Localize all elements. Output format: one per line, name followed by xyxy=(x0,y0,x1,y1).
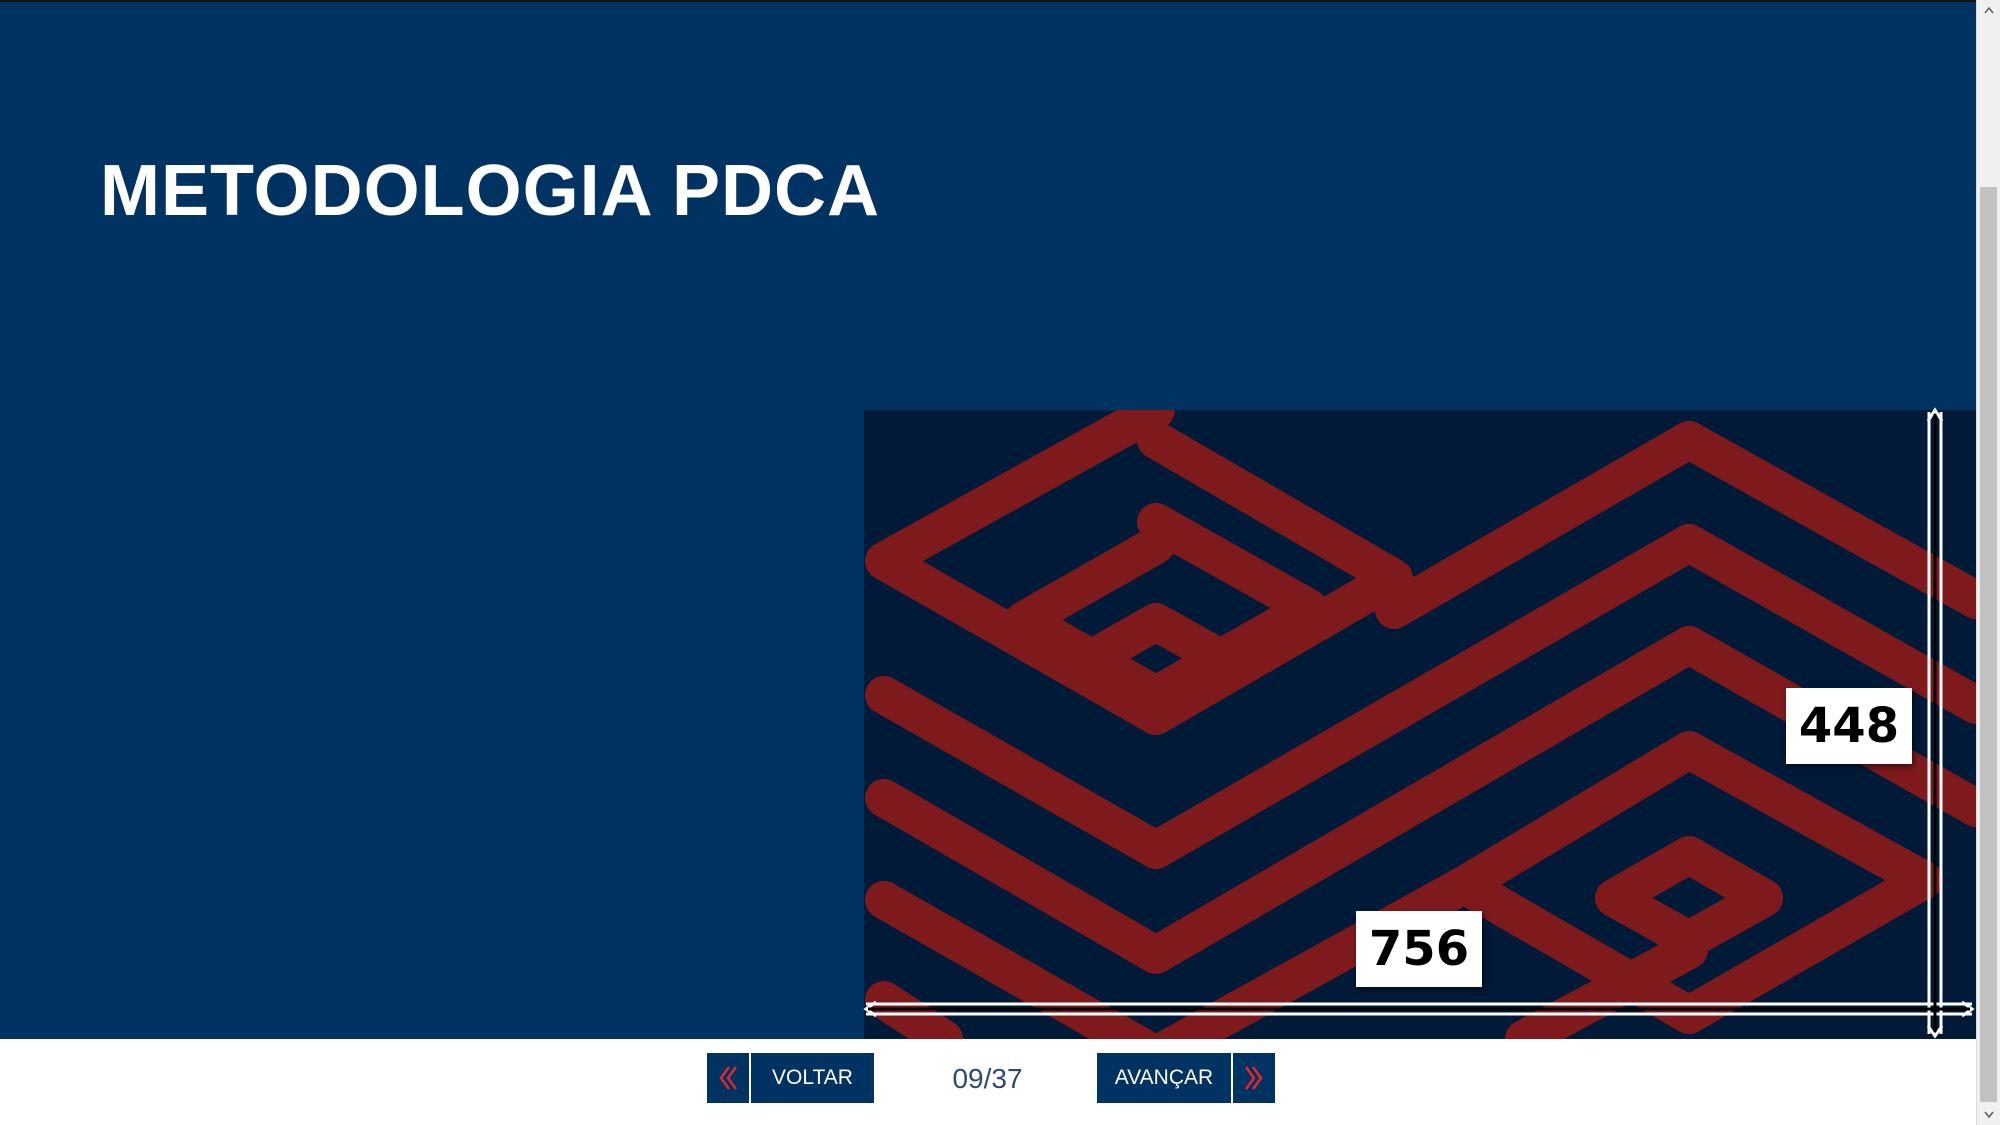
navigation-footer: VOLTAR 09/37 AVANÇAR xyxy=(0,1039,1976,1125)
next-button[interactable]: AVANÇAR xyxy=(1097,1053,1275,1103)
width-dimension-label: 756 xyxy=(1356,911,1482,987)
slide-title: METODOLOGIA PDCA xyxy=(100,151,881,231)
height-dimension-label: 448 xyxy=(1786,688,1912,764)
viewport: METODOLOGIA PDCA 448 756 VOLTAR 09/37 AV… xyxy=(0,0,1976,1125)
prev-button-label: VOLTAR xyxy=(772,1066,853,1089)
scrollbar-thumb[interactable] xyxy=(1980,187,1997,1102)
page-counter: 09/37 xyxy=(952,1063,1023,1094)
double-chevron-right-icon xyxy=(1231,1053,1275,1103)
prev-button[interactable]: VOLTAR xyxy=(707,1053,874,1103)
double-chevron-left-icon xyxy=(707,1053,751,1103)
slide: METODOLOGIA PDCA 448 756 xyxy=(0,2,1976,1039)
vertical-scrollbar[interactable] xyxy=(1976,0,2000,1125)
next-button-label: AVANÇAR xyxy=(1114,1066,1214,1089)
scroll-up-arrow-icon[interactable] xyxy=(1977,0,2000,20)
scroll-down-arrow-icon[interactable] xyxy=(1977,1105,2000,1125)
